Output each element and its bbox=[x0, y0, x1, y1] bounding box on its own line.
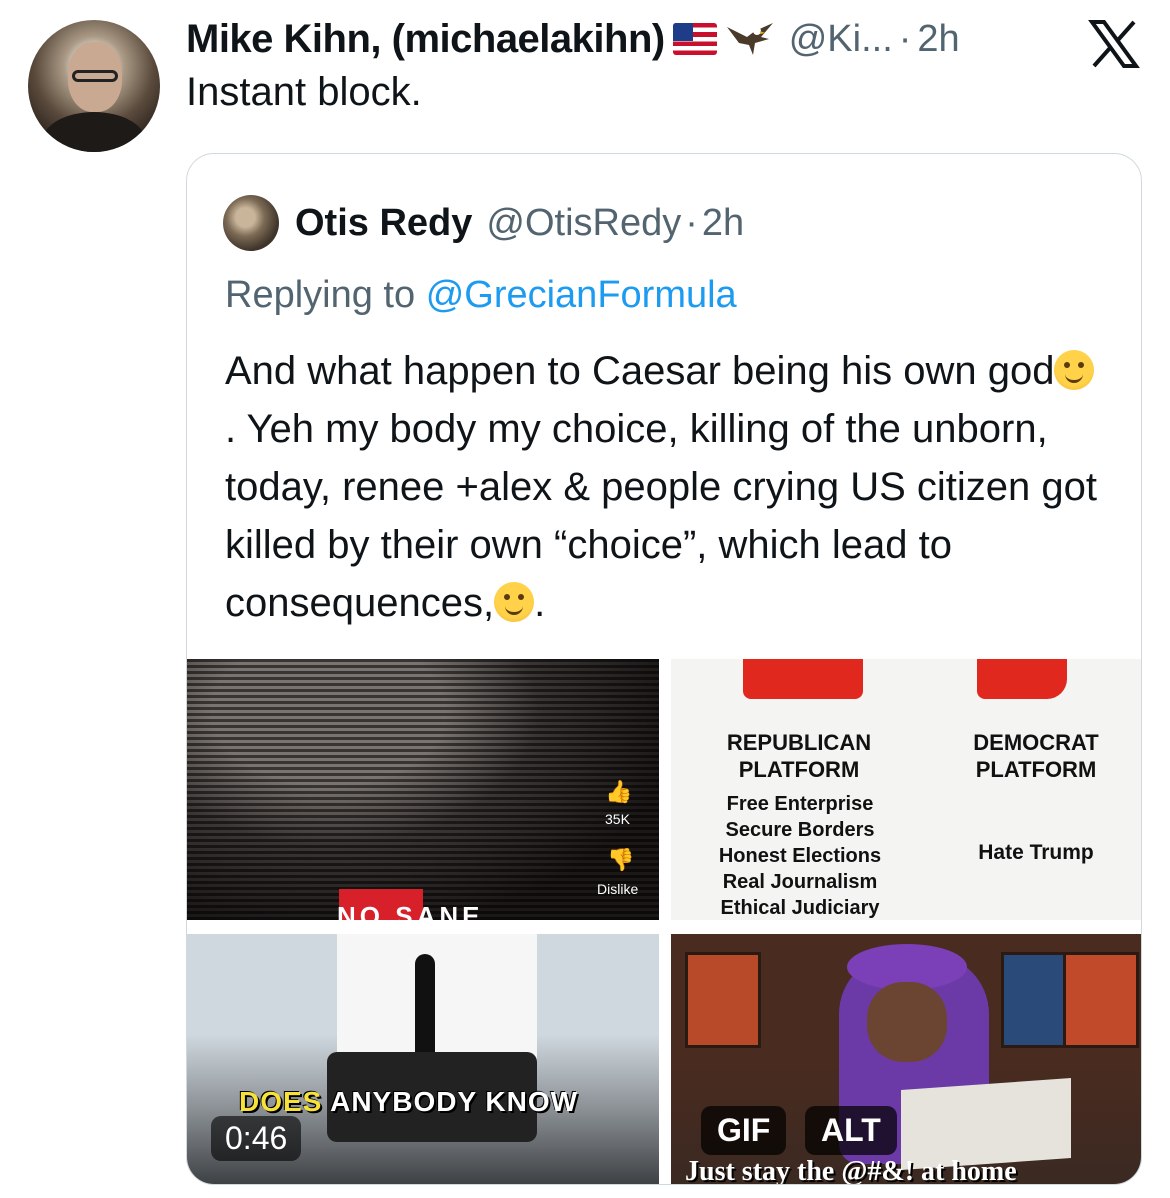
quoted-body-part1: And what happen to Caesar being his own … bbox=[225, 349, 1055, 393]
quoted-body-part2: . Yeh my body my choice, killing of the … bbox=[225, 407, 1097, 625]
donkey-logo-icon bbox=[977, 659, 1067, 699]
list-item: Free Enterprise bbox=[726, 793, 874, 815]
quoted-header: Otis Redy @OtisRedy · 2h bbox=[223, 195, 744, 251]
thumbs-down-icon: 👎 bbox=[607, 847, 635, 872]
author-handle[interactable]: @Ki... bbox=[789, 18, 893, 61]
media-tile-video-1[interactable]: 👍 35K 👎 Dislike NO SANE bbox=[187, 659, 659, 920]
quoted-tweet[interactable]: Otis Redy @OtisRedy · 2h Replying to @Gr… bbox=[186, 153, 1142, 1185]
author-name[interactable]: Mike Kihn, (michaelakihn) bbox=[186, 17, 665, 62]
microphone-icon bbox=[415, 954, 435, 1064]
x-logo-icon[interactable] bbox=[1088, 20, 1140, 68]
republican-list: Free Enterprise Secure Borders Honest El… bbox=[707, 791, 893, 920]
poster-figure bbox=[685, 952, 761, 1048]
eagle-icon bbox=[726, 23, 773, 55]
avatar-shirt bbox=[42, 112, 146, 152]
elephant-logo-icon bbox=[743, 659, 863, 699]
us-flag-icon bbox=[672, 23, 717, 55]
democrat-title: DEMOCRAT PLATFORM bbox=[973, 730, 1099, 782]
thumbs-up-icon: 👍 bbox=[605, 779, 633, 804]
democrat-list: Hate Trump bbox=[951, 841, 1121, 865]
thinking-face-emoji bbox=[1054, 350, 1095, 390]
quoted-body: And what happen to Caesar being his own … bbox=[225, 342, 1105, 632]
quoted-author-handle[interactable]: @OtisRedy bbox=[486, 202, 681, 245]
author-avatar[interactable] bbox=[28, 20, 160, 152]
replying-mention[interactable]: @GrecianFormula bbox=[426, 274, 737, 316]
poster-figure bbox=[1063, 952, 1139, 1048]
replying-prefix: Replying to bbox=[225, 274, 416, 316]
quoted-separator: · bbox=[685, 201, 698, 244]
gif-caption: Just stay the @#&! at home bbox=[685, 1156, 1017, 1185]
caption-highlight: DOES bbox=[239, 1086, 323, 1117]
media-tile-image-platform[interactable]: REPUBLICAN PLATFORM DEMOCRAT PLATFORM Fr… bbox=[671, 659, 1141, 920]
list-item: Hate Trump bbox=[978, 841, 1094, 864]
tweet-time[interactable]: 2h bbox=[917, 18, 959, 61]
list-item: Ethical Judiciary bbox=[720, 897, 880, 919]
like-count: 35K bbox=[605, 811, 630, 827]
video-caption: DOES ANYBODY KNOW bbox=[239, 1086, 578, 1118]
media-grid: 👍 35K 👎 Dislike NO SANE REPUBLICAN PLATF… bbox=[187, 659, 1141, 1185]
tweet-header: Mike Kihn, (michaelakihn) @Ki... · 2h bbox=[186, 14, 960, 64]
quoted-author-name[interactable]: Otis Redy bbox=[295, 202, 472, 245]
dislike-label: Dislike bbox=[597, 881, 639, 897]
quoted-body-part3: . bbox=[534, 581, 546, 625]
alt-badge[interactable]: ALT bbox=[805, 1106, 897, 1155]
list-item: Honest Elections bbox=[718, 845, 882, 867]
video-duration: 0:46 bbox=[211, 1116, 302, 1161]
media-tile-video-2[interactable]: DOES ANYBODY KNOW 0:46 bbox=[187, 934, 659, 1184]
header-separator: · bbox=[898, 17, 912, 60]
list-item: Secure Borders bbox=[725, 819, 875, 841]
overlay-text: NO SANE bbox=[337, 901, 484, 920]
caption-rest: ANYBODY KNOW bbox=[322, 1086, 579, 1117]
winking-face-emoji bbox=[494, 582, 535, 622]
gif-badge[interactable]: GIF bbox=[701, 1106, 787, 1155]
quoted-avatar[interactable] bbox=[223, 195, 279, 251]
avatar-glasses bbox=[72, 70, 118, 82]
republican-title: REPUBLICAN PLATFORM bbox=[726, 730, 872, 782]
list-item: Real Journalism bbox=[722, 871, 878, 893]
replying-to: Replying to @GrecianFormula bbox=[225, 274, 737, 317]
quoted-time[interactable]: 2h bbox=[702, 202, 744, 245]
media-tile-gif[interactable]: GIF ALT Just stay the @#&! at home bbox=[671, 934, 1141, 1185]
tweet-text: Instant block. bbox=[186, 70, 422, 114]
reader-face bbox=[867, 982, 947, 1062]
